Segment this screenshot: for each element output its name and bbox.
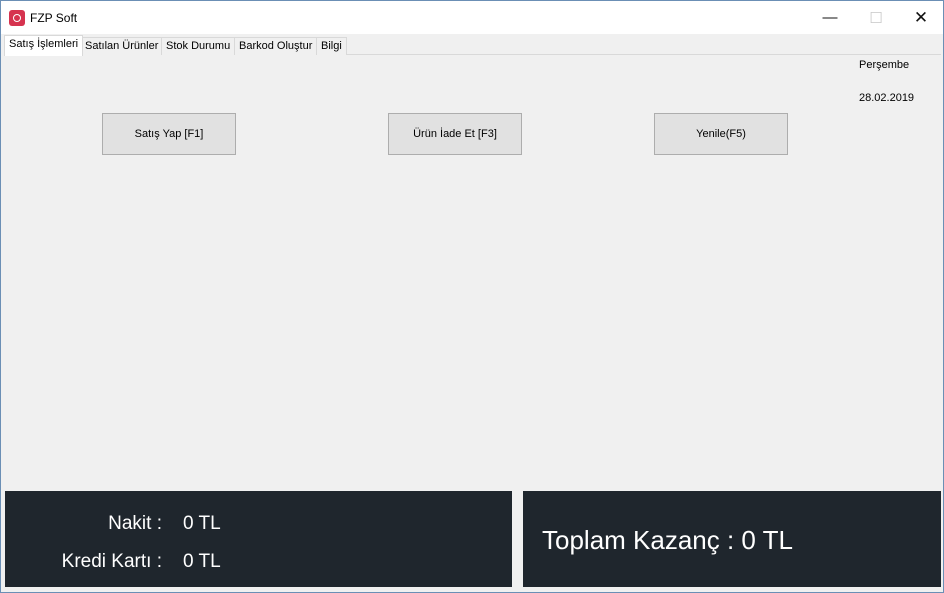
cash-row: Nakit : 0 TL <box>5 513 405 541</box>
sale-button[interactable]: Satış Yap [F1] <box>102 113 236 155</box>
tab-satis-islemleri[interactable]: Satış İşlemleri <box>4 35 84 56</box>
day-label: Perşembe <box>859 59 910 71</box>
cash-label: Nakit : <box>108 513 162 534</box>
tab-barkod-olustur[interactable]: Barkod Oluştur <box>234 37 318 55</box>
maximize-button[interactable]: ☐ <box>853 1 899 34</box>
card-value: 0 TL <box>183 551 221 572</box>
return-product-button[interactable]: Ürün İade Et [F3] <box>388 113 522 155</box>
close-button[interactable]: ✕ <box>898 1 944 34</box>
tab-bilgi[interactable]: Bilgi <box>316 37 347 55</box>
window-title: FZP Soft <box>30 11 78 25</box>
card-label: Kredi Kartı : <box>61 551 162 572</box>
total-earnings-panel: Toplam Kazanç : 0 TL <box>523 491 941 587</box>
card-row: Kredi Kartı : 0 TL <box>5 551 405 579</box>
tab-satilan-urunler[interactable]: Satılan Ürünler <box>80 37 164 55</box>
tab-stok-durumu[interactable]: Stok Durumu <box>161 37 236 55</box>
cash-value: 0 TL <box>183 513 221 534</box>
minimize-button[interactable]: — <box>807 1 853 34</box>
payment-summary-panel: Nakit : 0 TL Kredi Kartı : 0 TL <box>5 491 512 587</box>
tab-content-satis-islemleri: Perşembe 28.02.2019 Satış Yap [F1] Ürün … <box>4 55 941 588</box>
date-label: 28.02.2019 <box>859 92 915 104</box>
title-bar[interactable]: FZP Soft — ☐ ✕ <box>1 1 943 34</box>
total-earnings-label: Toplam Kazanç : 0 TL <box>542 525 793 555</box>
app-window: FZP Soft — ☐ ✕ Satış İşlemleri Satılan Ü… <box>0 0 944 593</box>
tab-strip: Satış İşlemleri Satılan Ürünler Stok Dur… <box>4 35 941 56</box>
refresh-button[interactable]: Yenile(F5) <box>654 113 788 155</box>
app-logo-icon <box>9 10 25 26</box>
